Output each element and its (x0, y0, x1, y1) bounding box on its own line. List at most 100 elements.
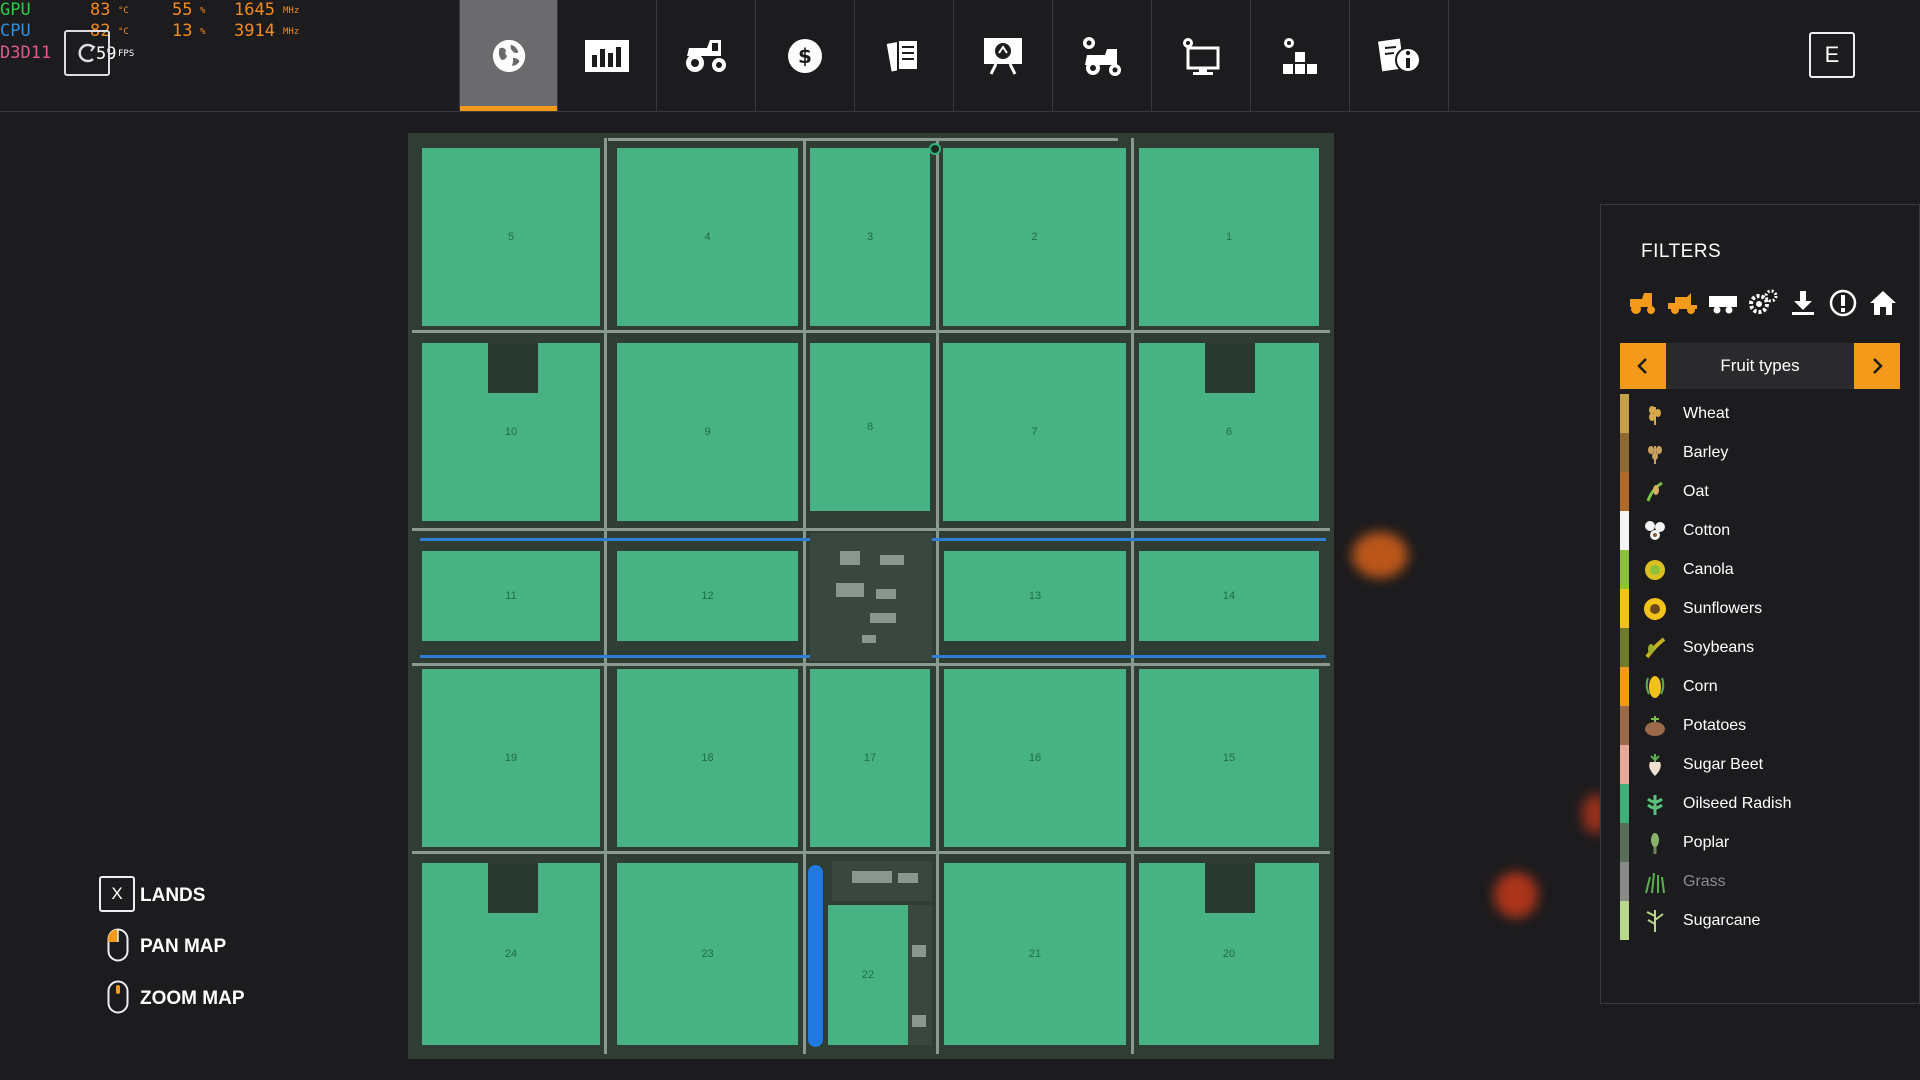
field-number: 2 (1031, 231, 1038, 243)
home-icon[interactable] (1867, 287, 1899, 319)
gears-icon[interactable] (1747, 287, 1779, 319)
dollar-icon: $ (788, 38, 822, 73)
field-23[interactable]: 23 (617, 863, 798, 1045)
farm-yard (1205, 343, 1255, 393)
glow-decoration (1494, 872, 1538, 918)
field-number: 5 (507, 231, 515, 243)
fruit-name: Wheat (1683, 405, 1730, 422)
svg-text:$: $ (798, 44, 812, 68)
field-4[interactable]: 4 (617, 148, 798, 326)
field-9[interactable]: 9 (617, 343, 798, 521)
menu-tabs: $ (459, 0, 1449, 111)
field-7[interactable]: 7 (943, 343, 1126, 521)
field-number: 9 (704, 426, 711, 438)
oilseed-radish-icon (1647, 795, 1663, 815)
field-number: 14 (1222, 590, 1236, 602)
field-15[interactable]: 15 (1139, 669, 1319, 847)
field-number: 13 (1028, 590, 1042, 602)
lands-label: LANDS (140, 885, 206, 906)
fruit-type-item[interactable]: Sugar Beet (1620, 745, 1901, 784)
field-3[interactable]: 3 (810, 148, 930, 326)
field-11[interactable]: 11 (422, 551, 600, 641)
field-14[interactable]: 14 (1139, 551, 1319, 641)
fruit-type-item[interactable]: Potatoes (1620, 706, 1901, 745)
fruit-type-item[interactable]: Grass (1620, 862, 1901, 901)
tab-map[interactable] (459, 0, 558, 111)
combine-icon[interactable] (1627, 287, 1659, 319)
fruit-type-item[interactable]: Cotton (1620, 511, 1901, 550)
alert-icon[interactable] (1827, 287, 1859, 319)
field-number: 11 (505, 590, 517, 602)
farmyard-south (832, 861, 932, 901)
fruit-name: Oat (1683, 483, 1709, 500)
field-number: 4 (704, 231, 711, 243)
lands-key: X (99, 876, 135, 912)
fruit-type-item[interactable]: Barley (1620, 433, 1901, 472)
tab-animals[interactable] (954, 0, 1053, 111)
field-19[interactable]: 19 (422, 669, 600, 847)
fruit-type-item[interactable]: Oilseed Radish (1620, 784, 1901, 823)
fruit-type-item[interactable]: Wheat (1620, 394, 1901, 433)
tab-help[interactable] (1350, 0, 1449, 111)
selector-label: Fruit types (1720, 356, 1800, 375)
fruit-type-item[interactable]: Corn (1620, 667, 1901, 706)
field-17[interactable]: 17 (810, 669, 930, 847)
filters-title: FILTERS (1641, 241, 1722, 262)
field-number: 10 (504, 426, 518, 438)
soybeans-icon (1645, 637, 1666, 659)
field-number: 8 (866, 421, 874, 433)
info-icon (1378, 38, 1421, 73)
fruit-name: Sugar Beet (1683, 756, 1764, 773)
selector-next-button[interactable] (1854, 343, 1900, 389)
fruit-color-swatch (1620, 511, 1629, 550)
tab-settings[interactable] (1152, 0, 1251, 111)
fruit-type-item[interactable]: Sugarcane (1620, 901, 1901, 940)
fruit-name: Corn (1683, 678, 1718, 695)
sugar-beet-icon (1649, 754, 1661, 776)
fruit-color-swatch (1620, 550, 1629, 589)
filter-icon-bar (1627, 287, 1899, 319)
presentation-icon (984, 37, 1022, 75)
field-22[interactable]: 22 (828, 905, 908, 1045)
fruit-type-item[interactable]: Oat (1620, 472, 1901, 511)
field-number: 23 (701, 948, 714, 960)
tab-general[interactable] (1251, 0, 1350, 111)
field-number: 19 (504, 752, 518, 764)
field-5[interactable]: 5 (422, 148, 600, 326)
field-13[interactable]: 13 (944, 551, 1126, 641)
field-number: 15 (1222, 752, 1236, 764)
download-icon[interactable] (1787, 287, 1819, 319)
field-16[interactable]: 16 (944, 669, 1126, 847)
fruit-type-item[interactable]: Soybeans (1620, 628, 1901, 667)
harvester-icon[interactable] (1667, 287, 1699, 319)
pond (808, 865, 823, 1047)
fruit-type-item[interactable]: Poplar (1620, 823, 1901, 862)
field-8[interactable]: 8 (810, 343, 930, 511)
field-number: 18 (701, 752, 714, 764)
field-2[interactable]: 2 (943, 148, 1126, 326)
tab-statistics[interactable] (558, 0, 657, 111)
fruit-type-item[interactable]: Canola (1620, 550, 1901, 589)
fruit-type-item[interactable]: Sunflowers (1620, 589, 1901, 628)
fruit-name: Sugarcane (1683, 912, 1761, 929)
field-18[interactable]: 18 (617, 669, 798, 847)
fruit-name: Cotton (1683, 522, 1731, 539)
selector-prev-button[interactable] (1620, 343, 1666, 389)
tab-contracts[interactable] (855, 0, 954, 111)
pan-map-label: PAN MAP (140, 936, 227, 957)
field-number: 12 (701, 590, 714, 602)
field-number: 24 (504, 948, 518, 960)
tab-production[interactable] (1053, 0, 1152, 111)
field-12[interactable]: 12 (617, 551, 798, 641)
field-21[interactable]: 21 (944, 863, 1126, 1045)
tractor-icon (686, 39, 726, 72)
close-key-button[interactable]: E (1809, 32, 1855, 78)
field-1[interactable]: 1 (1139, 148, 1319, 326)
tab-finances[interactable]: $ (756, 0, 855, 111)
oat-icon (1646, 481, 1663, 502)
ingame-map[interactable]: 5 4 3 2 1 10 9 8 7 6 11 12 13 14 19 18 1… (408, 133, 1334, 1059)
trailer-icon[interactable] (1707, 287, 1739, 319)
tab-vehicles[interactable] (657, 0, 756, 111)
fruit-color-swatch (1620, 394, 1629, 433)
fruit-color-swatch (1620, 472, 1629, 511)
